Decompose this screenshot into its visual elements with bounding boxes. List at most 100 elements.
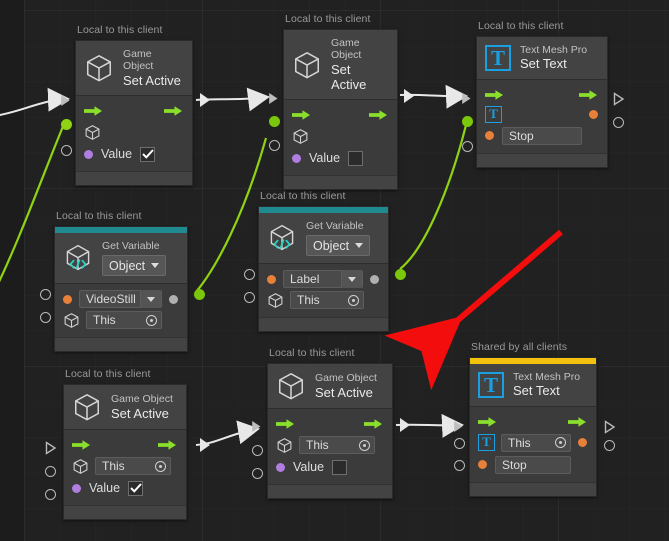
target-row[interactable] (84, 121, 183, 143)
port-in-value[interactable] (45, 489, 56, 500)
name-port-dot[interactable] (63, 294, 72, 304)
variable-name-dropdown-button[interactable] (140, 290, 161, 308)
text-row[interactable]: Stop (478, 454, 587, 476)
port-in-flow[interactable] (268, 92, 279, 110)
value-row[interactable]: Value (276, 456, 383, 478)
port-out-flow[interactable] (613, 92, 625, 111)
port-in-flow[interactable] (60, 94, 71, 112)
node-graph-canvas[interactable]: Local to this client Game Object Set Act… (0, 0, 669, 541)
node-go-set-active-2[interactable]: Local to this client Game Object Set Act… (269, 13, 398, 191)
object-picker-icon[interactable] (155, 460, 166, 472)
variable-name-input[interactable]: Label (283, 270, 363, 288)
object-picker-icon[interactable] (555, 437, 566, 449)
port-in-flow[interactable] (453, 420, 464, 438)
node-tmp-set-text-1[interactable]: Local to this client T Text Mesh Pro Set… (462, 20, 625, 168)
port-in-target[interactable] (61, 119, 72, 130)
port-in-value[interactable] (61, 145, 72, 156)
name-port-dot[interactable] (267, 274, 276, 284)
port-in-source[interactable] (244, 292, 255, 303)
node-tmp-set-text-2[interactable]: Shared by all clients T Text Mesh Pro Se… (454, 341, 616, 497)
text-row[interactable]: Stop (485, 125, 598, 147)
source-object-input[interactable]: This (290, 291, 364, 309)
source-row[interactable]: This (63, 309, 178, 331)
output-port-dot[interactable] (370, 274, 379, 284)
port-in-flow[interactable] (45, 441, 57, 460)
flow-out-arrow-icon[interactable] (158, 439, 177, 451)
value-port-dot[interactable] (276, 462, 285, 472)
value-port-dot[interactable] (72, 483, 81, 493)
node-get-variable-2[interactable]: Local to this client Get Variable Object… (244, 190, 406, 332)
tmp-target-row[interactable]: T (485, 105, 598, 125)
flow-out-arrow-icon[interactable] (568, 416, 587, 428)
value-checkbox[interactable] (140, 146, 156, 162)
flow-out-arrow-icon[interactable] (579, 89, 598, 101)
flow-out-arrow-icon[interactable] (364, 418, 383, 430)
port-in-flow[interactable] (461, 92, 472, 110)
port-in-flow[interactable] (251, 420, 262, 438)
target-object-input[interactable]: This (95, 457, 171, 475)
port-out-value[interactable] (194, 289, 205, 300)
text-input[interactable]: Stop (502, 126, 582, 145)
object-picker-icon[interactable] (146, 314, 157, 326)
port-in-name[interactable] (40, 289, 51, 300)
object-picker-icon[interactable] (348, 294, 359, 306)
target-row[interactable]: This (72, 455, 177, 477)
target-object-input[interactable]: This (501, 433, 571, 452)
port-in-value[interactable] (252, 468, 263, 479)
port-in-target[interactable] (252, 445, 263, 456)
port-out-value[interactable] (613, 117, 624, 128)
node-go-set-active-4[interactable]: Local to this client Game Object Set Act… (252, 347, 393, 499)
port-out-value[interactable] (395, 269, 406, 280)
port-in-target[interactable] (269, 116, 280, 127)
port-in-target[interactable] (454, 438, 465, 449)
flow-in-arrow-icon[interactable] (276, 418, 295, 430)
port-out-value[interactable] (604, 440, 615, 451)
source-object-input[interactable]: This (86, 311, 162, 329)
text-out-port-dot[interactable] (589, 110, 598, 120)
flow-in-arrow-icon[interactable] (485, 89, 504, 101)
flow-out-arrow-icon[interactable] (164, 105, 183, 117)
value-row[interactable]: Value (84, 143, 183, 165)
value-port-dot[interactable] (84, 149, 93, 159)
node-go-set-active-1[interactable]: Local to this client Game Object Set Act… (61, 24, 193, 187)
target-row[interactable] (292, 125, 388, 147)
node-subtitle: Text Mesh Pro (520, 44, 588, 56)
flow-in-arrow-icon[interactable] (84, 105, 103, 117)
node-go-set-active-3[interactable]: Local to this client Game Object Set Act… (45, 368, 187, 520)
variable-type-dropdown[interactable]: Object (102, 255, 167, 276)
flow-in-arrow-icon[interactable] (292, 109, 311, 121)
tmp-target-row[interactable]: T This (478, 432, 587, 454)
value-port-dot[interactable] (292, 153, 301, 163)
flow-in-arrow-icon[interactable] (72, 439, 91, 451)
port-in-source[interactable] (40, 312, 51, 323)
output-port-dot[interactable] (169, 294, 178, 304)
flow-out-arrow-icon[interactable] (369, 109, 388, 121)
port-in-name[interactable] (244, 269, 255, 280)
text-in-port-dot[interactable] (485, 131, 494, 141)
variable-name-dropdown-button[interactable] (341, 270, 362, 288)
value-row[interactable]: Value (72, 477, 177, 499)
port-out-flow[interactable] (604, 420, 616, 439)
variable-name-input[interactable]: VideoStill (79, 290, 162, 308)
variable-type-dropdown[interactable]: Object (306, 235, 371, 256)
port-in-value[interactable] (269, 140, 280, 151)
port-in-target[interactable] (45, 466, 56, 477)
value-checkbox[interactable] (332, 459, 348, 475)
target-object-input[interactable]: This (299, 436, 375, 454)
target-row[interactable]: This (276, 434, 383, 456)
variable-name-row[interactable]: VideoStill (63, 289, 178, 309)
flow-in-arrow-icon[interactable] (478, 416, 497, 428)
value-checkbox[interactable] (348, 150, 364, 166)
object-picker-icon[interactable] (359, 439, 370, 451)
port-in-target[interactable] (462, 116, 473, 127)
port-in-text[interactable] (462, 141, 473, 152)
variable-name-row[interactable]: Label (267, 269, 379, 289)
value-row[interactable]: Value (292, 147, 388, 169)
source-row[interactable]: This (267, 289, 379, 311)
text-input[interactable]: Stop (495, 455, 571, 474)
text-out-port-dot[interactable] (578, 438, 587, 448)
value-checkbox[interactable] (128, 480, 144, 496)
node-get-variable-1[interactable]: Local to this client Get Variable Object… (40, 210, 205, 352)
text-in-port-dot[interactable] (478, 460, 487, 470)
port-in-text[interactable] (454, 460, 465, 471)
